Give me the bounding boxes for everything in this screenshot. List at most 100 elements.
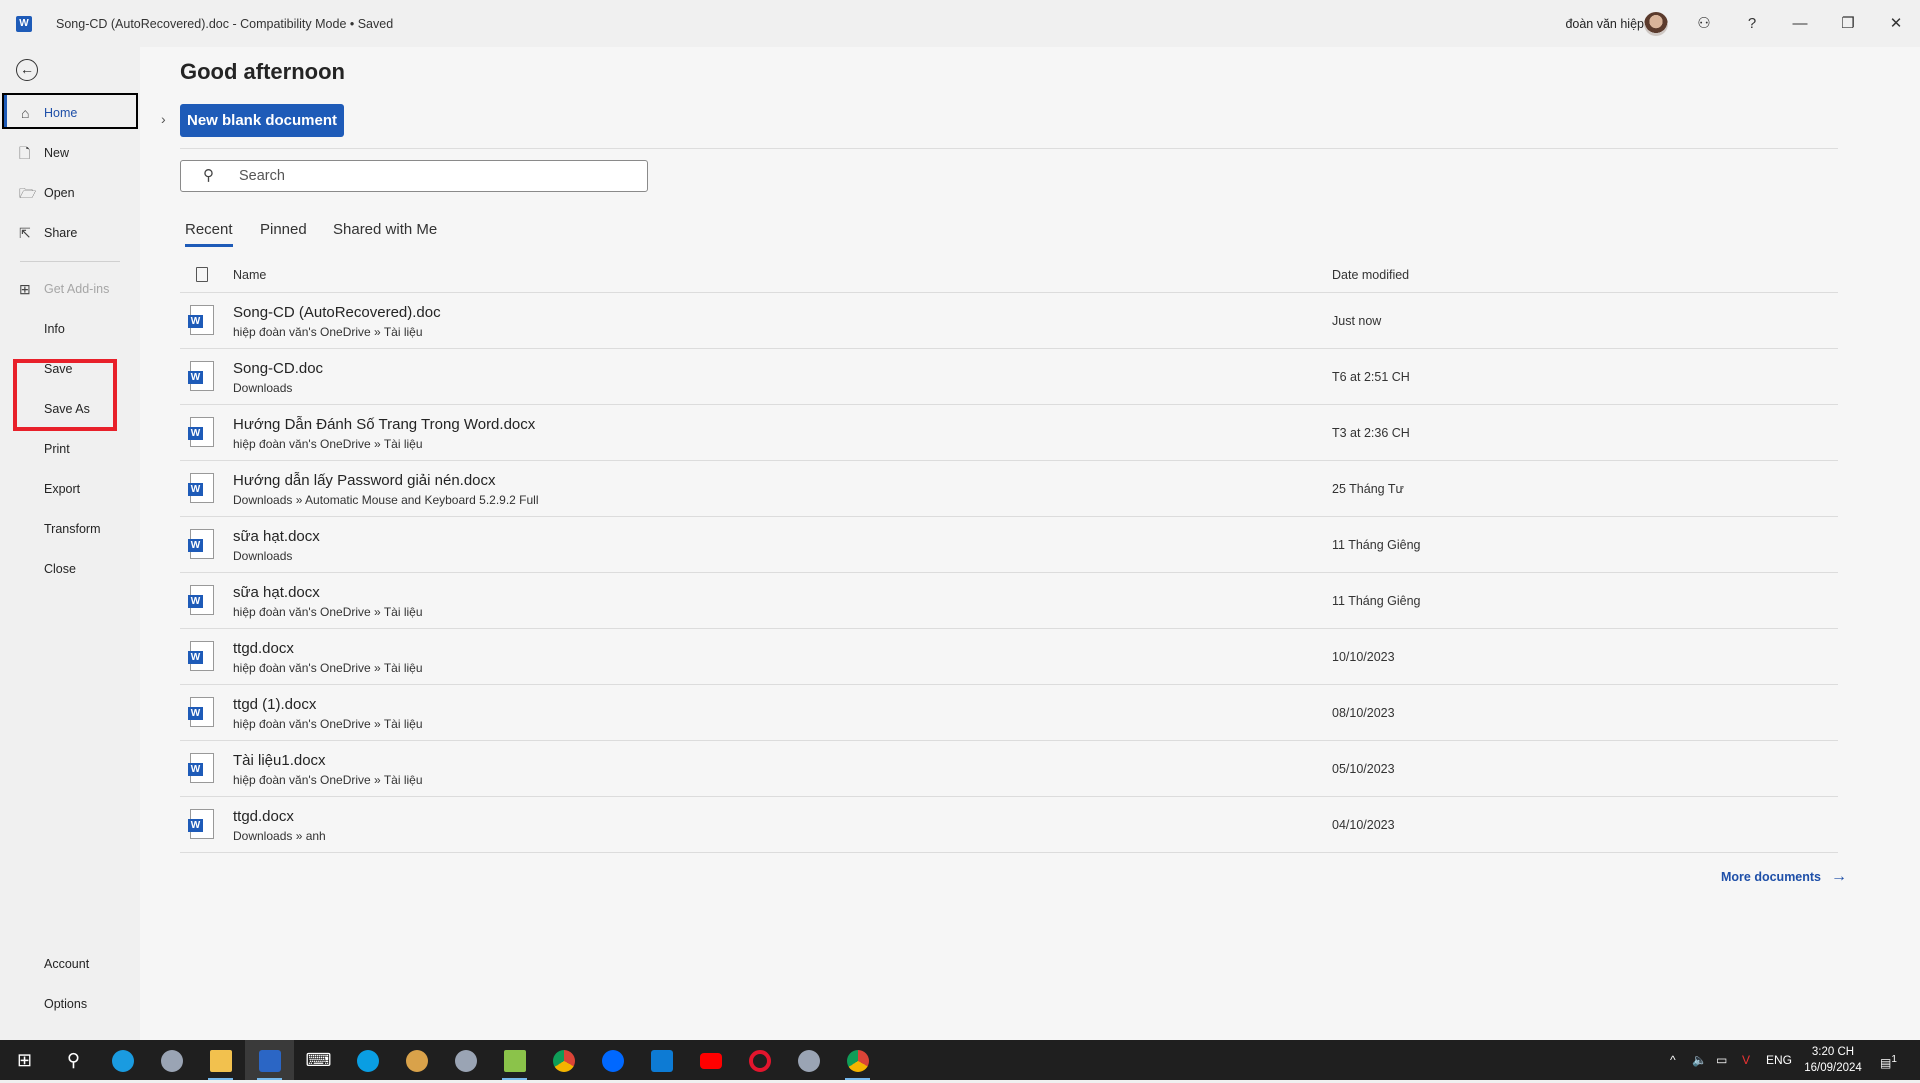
word-file-icon: W: [188, 473, 214, 503]
file-row[interactable]: W Hướng dẫn lấy Password giải nén.docx D…: [180, 460, 1838, 516]
vscode-icon[interactable]: [637, 1040, 686, 1080]
app-icon[interactable]: [784, 1040, 833, 1080]
file-name: Song-CD (AutoRecovered).doc: [233, 304, 441, 321]
file-location: hiệp đoàn văn's OneDrive » Tài liệu: [233, 717, 423, 731]
column-header-name[interactable]: Name: [233, 268, 266, 282]
sidebar-item-close[interactable]: Close: [0, 551, 140, 587]
youtube-icon[interactable]: [686, 1040, 735, 1080]
volume-icon[interactable]: 🔈: [1692, 1040, 1707, 1080]
language-indicator[interactable]: ENG: [1766, 1040, 1792, 1080]
sidebar-item-open[interactable]: 🗁 Open: [0, 175, 140, 211]
close-icon[interactable]: ✕: [1884, 12, 1908, 36]
word-file-icon: W: [188, 417, 214, 447]
backstage-sidebar: ← ⌂ Home 🗋 New 🗁 Open ⇱ Share ⊞ Get Add-ins I…: [0, 47, 140, 1040]
network-icon[interactable]: ▭: [1716, 1040, 1727, 1080]
file-row[interactable]: W ttgd.docx Downloads » anh 04/10/2023: [180, 796, 1838, 852]
file-name: ttgd (1).docx: [233, 696, 317, 713]
sidebar-item-info[interactable]: Info: [0, 311, 140, 347]
file-row[interactable]: W ttgd (1).docx hiệp đoàn văn's OneDrive…: [180, 684, 1838, 740]
coauthor-icon[interactable]: ⚇: [1692, 12, 1716, 36]
avatar[interactable]: [1644, 12, 1668, 36]
sidebar-item-label: Info: [44, 322, 65, 336]
file-row[interactable]: W Hướng Dẫn Đánh Số Trang Trong Word.doc…: [180, 404, 1838, 460]
help-icon[interactable]: ?: [1740, 12, 1764, 36]
user-name[interactable]: đoàn văn hiệp: [1565, 17, 1644, 31]
app-icon[interactable]: [147, 1040, 196, 1080]
minimize-icon[interactable]: —: [1788, 12, 1812, 36]
sidebar-item-label: Export: [44, 482, 81, 496]
taskbar: ⊞ ⚲ ⌨ ^ 🔈 ▭ V ENG 3:20 CH 16/09/2024 ▤1: [0, 1040, 1920, 1080]
edge-icon[interactable]: [98, 1040, 147, 1080]
sidebar-item-label: Open: [44, 186, 75, 200]
file-date: 11 Tháng Giêng: [1332, 594, 1421, 608]
restore-icon[interactable]: ❐: [1836, 12, 1860, 36]
search-icon: ⚲: [203, 167, 214, 184]
file-row[interactable]: W sữa hạt.docx Downloads 11 Tháng Giêng: [180, 516, 1838, 572]
addins-icon: ⊞: [19, 281, 31, 297]
file-date: 08/10/2023: [1332, 706, 1395, 720]
search-input[interactable]: [239, 161, 639, 191]
more-documents-link[interactable]: More documents →: [1721, 868, 1847, 886]
sidebar-item-export[interactable]: Export: [0, 471, 140, 507]
file-row[interactable]: W Song-CD.doc Downloads T6 at 2:51 CH: [180, 348, 1838, 404]
share-icon: ⇱: [19, 225, 31, 241]
file-date: 11 Tháng Giêng: [1332, 538, 1421, 552]
arrow-right-icon: →: [1831, 868, 1848, 885]
file-name: sữa hạt.docx: [233, 584, 320, 601]
app-icon[interactable]: [441, 1040, 490, 1080]
file-date: Just now: [1332, 314, 1382, 328]
file-explorer-icon[interactable]: [196, 1040, 245, 1080]
new-blank-document-button[interactable]: New blank document: [180, 104, 344, 137]
file-type-icon: [196, 267, 208, 282]
file-name: ttgd.docx: [233, 640, 294, 657]
vietkey-icon[interactable]: V: [1742, 1040, 1750, 1080]
file-location: hiệp đoàn văn's OneDrive » Tài liệu: [233, 661, 423, 675]
sidebar-item-print[interactable]: Print: [0, 431, 140, 467]
file-row[interactable]: W ttgd.docx hiệp đoàn văn's OneDrive » T…: [180, 628, 1838, 684]
search-box[interactable]: ⚲: [180, 160, 648, 192]
sidebar-item-get-addins[interactable]: ⊞ Get Add-ins: [0, 271, 140, 307]
file-row[interactable]: W Tài liệu1.docx hiệp đoàn văn's OneDriv…: [180, 740, 1838, 796]
chrome-profile-icon[interactable]: [833, 1040, 882, 1080]
start-icon[interactable]: ⊞: [0, 1040, 49, 1080]
clock[interactable]: 3:20 CH 16/09/2024: [1800, 1044, 1866, 1076]
file-name: Hướng Dẫn Đánh Số Trang Trong Word.docx: [233, 416, 536, 433]
file-name: Tài liệu1.docx: [233, 752, 326, 769]
file-date: 10/10/2023: [1332, 650, 1395, 664]
file-location: Downloads » anh: [233, 829, 326, 843]
skype-icon[interactable]: [343, 1040, 392, 1080]
notification-icon[interactable]: ▤1: [1880, 1040, 1897, 1083]
sidebar-item-share[interactable]: ⇱ Share: [0, 215, 140, 251]
sidebar-item-options[interactable]: Options: [0, 986, 140, 1022]
file-row[interactable]: W sữa hạt.docx hiệp đoàn văn's OneDrive …: [180, 572, 1838, 628]
file-row[interactable]: W Song-CD (AutoRecovered).doc hiệp đoàn …: [180, 292, 1838, 348]
folder-open-icon: 🗁: [19, 185, 37, 201]
paint-icon[interactable]: [392, 1040, 441, 1080]
back-arrow-icon[interactable]: ←: [16, 59, 38, 81]
window-title: Song-CD (AutoRecovered).doc - Compatibil…: [56, 17, 394, 31]
chevron-right-icon[interactable]: ›: [161, 111, 166, 127]
chrome-icon[interactable]: [539, 1040, 588, 1080]
opera-icon[interactable]: [735, 1040, 784, 1080]
column-header-date[interactable]: Date modified: [1332, 268, 1409, 282]
zalo-icon[interactable]: [588, 1040, 637, 1080]
sidebar-item-label: Print: [44, 442, 70, 456]
show-hidden-icons-icon[interactable]: ^: [1670, 1040, 1676, 1080]
notepad-icon[interactable]: [490, 1040, 539, 1080]
time: 3:20 CH: [1811, 1046, 1855, 1058]
word-file-icon: W: [188, 753, 214, 783]
sidebar-item-new[interactable]: 🗋 New: [0, 135, 140, 171]
file-name: Hướng dẫn lấy Password giải nén.docx: [233, 472, 496, 489]
word-icon[interactable]: [245, 1040, 294, 1080]
sidebar-item-label: Share: [44, 226, 78, 240]
tab-shared-with-me[interactable]: Shared with Me: [333, 221, 437, 244]
search-icon[interactable]: ⚲: [49, 1040, 98, 1080]
sidebar-item-home[interactable]: ⌂ Home: [2, 93, 138, 129]
sidebar-item-account[interactable]: Account: [0, 946, 140, 982]
keyboard-icon[interactable]: ⌨: [294, 1040, 343, 1080]
tab-recent[interactable]: Recent: [185, 221, 233, 247]
more-documents-label: More documents: [1721, 870, 1822, 884]
sidebar-item-transform[interactable]: Transform: [0, 511, 140, 547]
sidebar-item-label: Get Add-ins: [44, 282, 110, 296]
tab-pinned[interactable]: Pinned: [260, 221, 307, 244]
